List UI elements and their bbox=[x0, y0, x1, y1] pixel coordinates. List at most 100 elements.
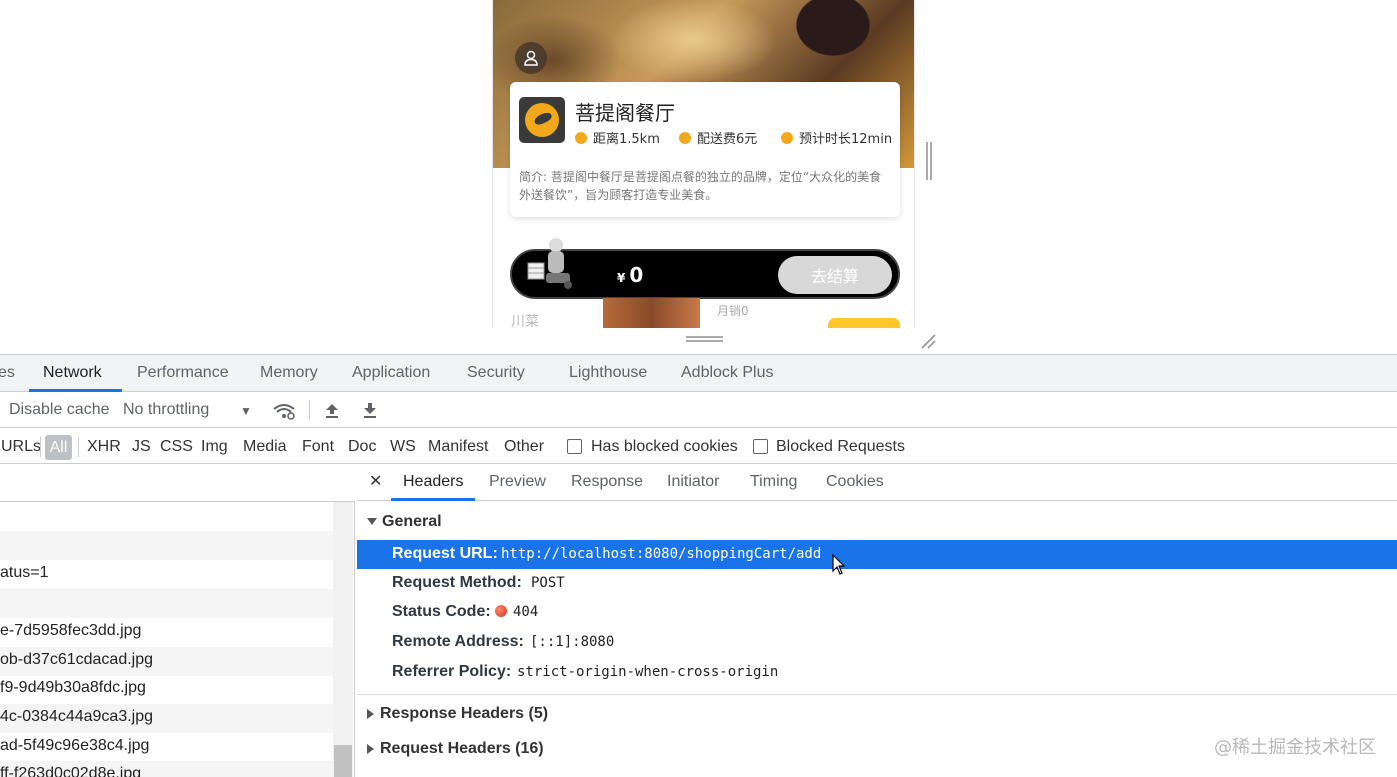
clock-icon bbox=[575, 131, 587, 144]
devtools-main-tabs: es Network Performance Memory Applicatio… bbox=[0, 355, 1397, 392]
request-method-row: Request Method: POST bbox=[357, 569, 1397, 598]
filter-img[interactable]: Img bbox=[201, 438, 228, 456]
scrollbar-thumb[interactable] bbox=[334, 745, 352, 777]
tab-headers[interactable]: Headers bbox=[403, 473, 463, 491]
dish-image bbox=[603, 298, 700, 328]
checkout-button[interactable]: 去结算 bbox=[778, 256, 892, 294]
viewport-height-resize-handle[interactable] bbox=[686, 336, 723, 342]
tab-memory[interactable]: Memory bbox=[260, 364, 318, 382]
restaurant-intro: 简介: 菩提阁中餐厅是菩提阁点餐的独立的品牌，定位“大众化的美食外送餐饮”，旨为… bbox=[519, 170, 882, 202]
has-blocked-cookies-checkbox[interactable] bbox=[567, 439, 582, 454]
active-detail-tab-indicator bbox=[391, 498, 475, 501]
remote-address-value: [::1]:8080 bbox=[530, 634, 615, 650]
timer-icon bbox=[781, 131, 793, 144]
tab-timing[interactable]: Timing bbox=[750, 473, 797, 491]
tab-adblock-plus[interactable]: Adblock Plus bbox=[681, 364, 774, 382]
tab-performance[interactable]: Performance bbox=[137, 364, 229, 382]
table-row[interactable]: e-7d5958fec3dd.jpg bbox=[0, 618, 333, 647]
tab-sources-partial[interactable]: es bbox=[0, 364, 15, 382]
chevron-down-icon[interactable]: ▼ bbox=[240, 404, 252, 418]
table-row[interactable]: ff-f263d0c02d8e.jpg bbox=[0, 761, 333, 777]
request-list-scrollbar[interactable] bbox=[333, 502, 353, 777]
request-url-label: Request URL: bbox=[392, 545, 498, 562]
referrer-policy-value: strict-origin-when-cross-origin bbox=[517, 664, 779, 680]
filter-divider bbox=[40, 437, 41, 457]
active-tab-indicator bbox=[29, 389, 122, 392]
request-url-row[interactable]: Request URL: http://localhost:8080/shopp… bbox=[357, 540, 1397, 569]
request-headers-section-header[interactable]: Request Headers (16) bbox=[367, 740, 544, 758]
section-divider bbox=[357, 694, 1397, 695]
filter-divider bbox=[78, 437, 79, 457]
add-dish-button[interactable] bbox=[828, 318, 900, 328]
mouse-pointer-icon bbox=[832, 554, 846, 575]
eta-info: 预计时长12min bbox=[781, 128, 892, 147]
table-row[interactable]: atus=1 bbox=[0, 560, 333, 589]
table-row[interactable]: ad-5f49c96e38c4.jpg bbox=[0, 733, 333, 762]
filter-js[interactable]: JS bbox=[132, 438, 151, 456]
general-section-header[interactable]: General bbox=[367, 513, 442, 531]
table-row[interactable] bbox=[0, 531, 333, 560]
filter-xhr[interactable]: XHR bbox=[87, 438, 121, 456]
delivery-fee-text: 配送费6元 bbox=[697, 132, 758, 147]
filter-media[interactable]: Media bbox=[243, 438, 287, 456]
user-icon[interactable] bbox=[515, 42, 547, 74]
status-error-icon bbox=[495, 605, 507, 617]
referrer-policy-label: Referrer Policy: bbox=[392, 663, 512, 680]
tab-response[interactable]: Response bbox=[571, 473, 643, 491]
filter-all-button[interactable]: All bbox=[45, 435, 72, 460]
tab-application[interactable]: Application bbox=[352, 364, 430, 382]
tab-security[interactable]: Security bbox=[467, 364, 525, 382]
request-list-header bbox=[0, 465, 355, 502]
filter-other[interactable]: Other bbox=[504, 438, 544, 456]
blocked-requests-checkbox[interactable] bbox=[753, 439, 768, 454]
currency-symbol: ¥ bbox=[617, 271, 626, 285]
tab-preview[interactable]: Preview bbox=[489, 473, 546, 491]
restaurant-logo bbox=[519, 97, 565, 143]
close-icon[interactable]: ✕ bbox=[369, 471, 382, 491]
tab-network[interactable]: Network bbox=[43, 364, 102, 382]
request-method-value: POST bbox=[531, 575, 565, 591]
response-headers-title: Response Headers (5) bbox=[380, 705, 549, 722]
table-row[interactable]: ob-d37c61cdacad.jpg bbox=[0, 647, 333, 676]
table-row[interactable] bbox=[0, 502, 333, 531]
request-method-label: Request Method: bbox=[392, 574, 522, 591]
cart-mascot-icon[interactable] bbox=[524, 235, 584, 295]
filter-font[interactable]: Font bbox=[302, 438, 334, 456]
hide-data-urls-label[interactable]: URLs bbox=[1, 438, 41, 456]
filter-css[interactable]: CSS bbox=[160, 438, 193, 456]
table-row[interactable]: 4c-0384c44a9ca3.jpg bbox=[0, 704, 333, 733]
distance-text: 距离1.5km bbox=[593, 132, 660, 147]
filter-ws[interactable]: WS bbox=[390, 438, 416, 456]
status-code-value: 404 bbox=[495, 604, 538, 620]
toolbar-divider bbox=[309, 400, 310, 420]
disable-cache-checkbox-label[interactable]: Disable cache bbox=[9, 401, 110, 419]
tab-cookies[interactable]: Cookies bbox=[826, 473, 884, 491]
table-row[interactable] bbox=[0, 589, 333, 618]
tab-initiator[interactable]: Initiator bbox=[667, 473, 719, 491]
viewport-corner-resize-handle[interactable] bbox=[919, 332, 937, 350]
request-detail-tabs: ✕ Headers Preview Response Initiator Tim… bbox=[357, 465, 1397, 501]
status-code-number: 404 bbox=[513, 604, 539, 620]
delivery-fee-info: 配送费6元 bbox=[679, 128, 757, 147]
response-headers-section-header[interactable]: Response Headers (5) bbox=[367, 705, 548, 723]
distance-info: 距离1.5km bbox=[575, 128, 660, 147]
cart-bar: ¥0 去结算 bbox=[510, 238, 900, 299]
filter-manifest[interactable]: Manifest bbox=[428, 438, 488, 456]
filter-doc[interactable]: Doc bbox=[348, 438, 376, 456]
request-headers-title: Request Headers (16) bbox=[380, 740, 544, 757]
import-har-icon[interactable] bbox=[323, 401, 341, 419]
remote-address-row: Remote Address: [::1]:8080 bbox=[357, 628, 1397, 657]
tab-lighthouse[interactable]: Lighthouse bbox=[569, 364, 647, 382]
table-row[interactable]: f9-9d49b30a8fdc.jpg bbox=[0, 675, 333, 704]
request-list-pane: ▲ atus=1 e-7d5958fec3dd.jpg ob-d37c61cda… bbox=[0, 465, 355, 777]
network-conditions-icon[interactable] bbox=[272, 402, 296, 420]
network-filter-bar: URLs All XHR JS CSS Img Media Font Doc W… bbox=[0, 429, 1397, 464]
export-har-icon[interactable] bbox=[361, 401, 379, 419]
network-toolbar: Disable cache No throttling ▼ bbox=[0, 393, 1397, 428]
category-label[interactable]: 川菜 bbox=[511, 311, 539, 328]
viewport-width-resize-handle[interactable] bbox=[926, 142, 932, 180]
throttling-select[interactable]: No throttling bbox=[123, 401, 209, 419]
status-code-label: Status Code: bbox=[392, 603, 491, 620]
cart-total: ¥0 bbox=[617, 263, 643, 287]
phone-viewport: 菩提阁餐厅 距离1.5km 配送费6元 预计时长12min 简介: 菩提阁中餐厅… bbox=[492, 0, 915, 328]
